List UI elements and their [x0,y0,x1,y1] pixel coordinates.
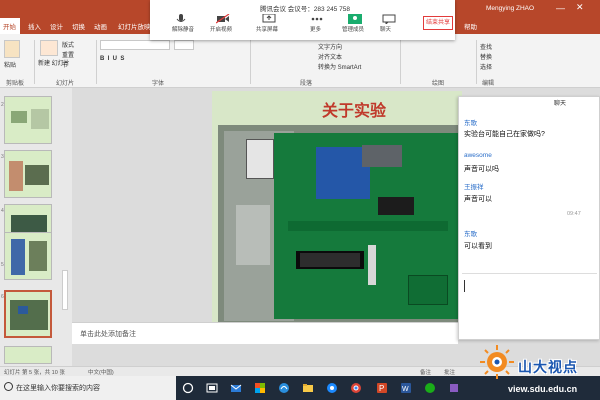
chat-sender: 东歌 [464,120,477,127]
tab-animations[interactable]: 动画 [94,21,107,31]
minimize-icon[interactable]: — [556,3,565,13]
divider [34,40,35,84]
mute-label[interactable]: 解除静音 [172,25,194,33]
mail-icon[interactable] [230,382,242,394]
taskbar-search[interactable]: 在这里输入你要搜索的内容 [0,376,176,400]
search-icon [4,382,13,391]
divider [400,40,401,84]
store-icon[interactable] [254,382,266,394]
more-label[interactable]: 更多 [310,25,321,33]
font-format-icons[interactable]: B I U S [100,56,124,62]
chat-timestamp: 09:47 [567,211,581,217]
chat-header: 聊天 [553,101,566,107]
chat-input[interactable] [462,273,597,337]
app-icon[interactable] [448,382,460,394]
tab-label-home[interactable]: 开始 [3,21,16,31]
meeting-toolbar: 腾讯会议 会议号：283 245 758 解除静音 开启视频 共享屏幕 管理成员… [150,0,455,40]
paste-label: 粘贴 [4,63,17,69]
slide-thumbnail[interactable] [4,346,52,364]
font-name-box[interactable] [100,40,170,50]
share-screen-icon[interactable] [262,14,276,24]
paste-button[interactable] [4,40,20,58]
task-view-icon[interactable] [206,382,218,394]
powerpoint-icon[interactable]: P [376,382,388,394]
slide-thumbnail[interactable] [4,96,52,144]
share-label[interactable]: 共享屏幕 [256,25,278,33]
divider [476,40,477,84]
slide-thumbnail[interactable] [4,150,52,198]
lab-board-photo [218,125,460,322]
members-icon[interactable] [348,14,362,24]
close-icon[interactable]: ✕ [576,2,584,13]
chat-message: 可以看到 [464,243,492,250]
text-cursor [464,280,465,292]
slide-counter: 幻灯片 第 5 张，共 10 张 [4,370,65,376]
divider [250,40,251,84]
layout-button[interactable]: 版式 [62,40,74,49]
watermark-url: view.sdu.edu.cn [508,384,578,394]
video-off-icon[interactable] [216,14,230,24]
language-indicator[interactable]: 中文(中国) [88,368,114,376]
svg-text:P: P [379,384,384,393]
smartart-button[interactable]: 转换为 SmartArt [318,62,361,71]
end-share-button[interactable]: 结束共享 [423,16,453,30]
chat-icon[interactable] [382,14,396,24]
edge-icon[interactable] [278,382,290,394]
group-paragraph: 段落 [300,81,313,87]
tab-transitions[interactable]: 切换 [72,21,85,31]
tab-insert[interactable]: 插入 [28,21,41,31]
slide-thumbnail-selected[interactable] [4,290,52,338]
chat-sender: 王振祥 [464,184,484,191]
meeting-title: 腾讯会议 会议号：283 245 758 [260,6,350,13]
search-placeholder[interactable]: 在这里输入你要搜索的内容 [16,383,100,393]
slide-title[interactable]: 关于实验 [322,97,386,121]
text-direction-button[interactable]: 文字方向 [318,42,342,51]
tencent-meeting-icon[interactable] [326,382,338,394]
more-icon[interactable] [310,14,324,24]
chat-message: 实验台可能自己在家做吗? [464,131,545,138]
watermark-title: 山大视点 [518,360,578,376]
chat-sender: 东歌 [464,231,477,238]
group-slides: 幻灯片 [56,81,75,87]
select-button[interactable]: 选择 [480,62,492,71]
user-name: Mengying ZHAO [486,5,535,12]
chrome-icon[interactable] [350,382,362,394]
notes-toggle[interactable]: 备注 [420,368,431,376]
notes-placeholder[interactable]: 单击此处添加备注 [80,329,136,339]
divider [96,40,97,84]
group-drawing: 绘图 [432,81,445,87]
slide-thumbnail[interactable] [4,232,52,280]
microphone-icon[interactable] [174,14,188,24]
svg-text:W: W [402,386,409,393]
section-button[interactable]: 节 [62,60,68,69]
replace-button[interactable]: 替换 [480,52,492,61]
word-icon[interactable]: W [400,382,412,394]
reset-button[interactable]: 重置 [62,50,74,59]
tab-slideshow[interactable]: 幻灯片放映 [118,21,151,31]
tab-design[interactable]: 设计 [50,21,63,31]
chat-panel: 聊天 东歌 实验台可能自己在家做吗? awesome 声音可以吗 王振祥 声音可… [458,96,600,340]
wechat-icon[interactable] [424,382,436,394]
comments-toggle[interactable]: 批注 [444,368,455,376]
cortana-icon[interactable] [182,382,194,394]
group-clipboard: 剪贴板 [6,81,25,87]
notes-pane[interactable]: 单击此处添加备注 [72,322,458,344]
font-size-box[interactable] [174,40,194,50]
chat-label[interactable]: 聊天 [380,25,391,33]
new-slide-button[interactable] [40,40,58,56]
chat-message: 声音可以 [464,196,492,203]
scrollbar[interactable] [62,270,68,310]
shanda-logo [480,345,514,379]
find-button[interactable]: 查找 [480,42,492,51]
group-editing: 编辑 [482,81,495,87]
tab-help[interactable]: 帮助 [464,21,477,31]
members-label[interactable]: 管理成员 [342,25,364,33]
file-explorer-icon[interactable] [302,382,314,394]
video-label[interactable]: 开启视频 [210,25,232,33]
group-font: 字体 [152,81,165,87]
chat-sender: awesome [464,152,492,159]
align-text-button[interactable]: 对齐文本 [318,52,342,61]
chat-message: 声音可以吗 [464,166,499,173]
